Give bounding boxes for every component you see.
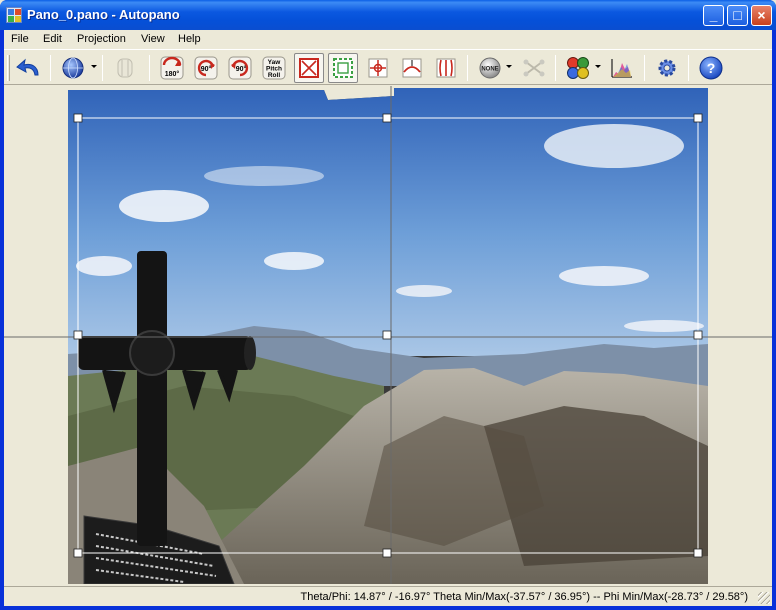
toolbar-separator <box>50 55 51 81</box>
cloud <box>559 266 649 286</box>
autopano-app-icon[interactable] <box>6 7 22 23</box>
toolbar-separator <box>644 55 645 81</box>
main-toolbar: 180° 90° 90° Yaw Pitch Roll NONE ? <box>4 51 772 85</box>
cloud <box>396 285 452 297</box>
blend-dropdown-arrow[interactable] <box>506 65 512 68</box>
crop-handle-bottom-right[interactable] <box>693 548 703 558</box>
panorama-viewport[interactable] <box>4 86 772 584</box>
color-balls-icon <box>567 57 589 79</box>
undo-arrow-icon <box>16 58 39 76</box>
blend-mode-button[interactable]: NONE <box>475 53 505 83</box>
color-button[interactable] <box>563 53 593 83</box>
cloud <box>119 190 209 222</box>
iron-cross-end <box>244 336 256 370</box>
toolbar-grip[interactable] <box>7 55 10 81</box>
straighten-button[interactable] <box>397 53 427 83</box>
crop-handle-top-right[interactable] <box>693 113 703 123</box>
window-title: Pano_0.pano - Autopano <box>27 7 180 22</box>
toolbar-separator <box>102 55 103 81</box>
title-bar[interactable]: Pano_0.pano - Autopano _ □ × <box>0 0 776 30</box>
panorama-canvas[interactable] <box>4 86 772 584</box>
cloud <box>204 166 324 186</box>
blend-none-label: NONE <box>481 67 498 73</box>
rotate-ccw-90-button[interactable]: 90° <box>191 53 221 83</box>
vertical-lines-icon <box>436 58 456 78</box>
control-points-button[interactable] <box>519 53 549 83</box>
rotate-180-icon: 180° <box>160 56 184 80</box>
app-window: Pano_0.pano - Autopano _ □ × File Edit P… <box>0 0 776 610</box>
cloud <box>624 320 704 332</box>
cloud <box>544 124 684 168</box>
panorama-cylinder-icon <box>117 58 133 78</box>
menu-bar: File Edit Projection View Help <box>4 30 772 50</box>
toolbar-separator <box>467 55 468 81</box>
cloud <box>76 256 132 276</box>
maximize-button[interactable]: □ <box>727 5 748 26</box>
menu-view[interactable]: View <box>141 33 165 45</box>
status-bar: Theta/Phi: 14.87° / -16.97° Theta Min/Ma… <box>4 586 772 606</box>
yaw-pitch-roll-icon: Yaw Pitch Roll <box>262 56 286 80</box>
vertical-lines-button[interactable] <box>431 53 461 83</box>
menu-projection[interactable]: Projection <box>77 33 126 45</box>
color-dropdown-arrow[interactable] <box>595 65 601 68</box>
center-target-icon <box>368 58 388 78</box>
yaw-pitch-roll-button[interactable]: Yaw Pitch Roll <box>259 53 289 83</box>
crop-handle-top-middle[interactable] <box>382 113 392 123</box>
projection-dropdown-arrow[interactable] <box>91 65 97 68</box>
center-button[interactable] <box>363 53 393 83</box>
rotate-cw-90-label: 90° <box>236 65 247 73</box>
iron-cross-post <box>137 251 167 546</box>
panorama-cylinder-button[interactable] <box>110 53 140 83</box>
settings-button[interactable] <box>652 53 682 83</box>
crop-handle-bottom-middle[interactable] <box>382 548 392 558</box>
crop-handle-middle-left[interactable] <box>73 330 83 340</box>
menu-file[interactable]: File <box>11 33 29 45</box>
toolbar-separator <box>555 55 556 81</box>
close-button[interactable]: × <box>751 5 772 26</box>
undo-button[interactable] <box>14 53 44 83</box>
rotate-180-button[interactable]: 180° <box>157 53 187 83</box>
client-area: File Edit Projection View Help 180° 90° … <box>4 30 772 606</box>
crop-handle-top-left[interactable] <box>73 113 83 123</box>
control-points-icon <box>523 59 545 77</box>
crop-handle-bottom-left[interactable] <box>73 548 83 558</box>
help-icon: ? <box>699 56 723 80</box>
toolbar-separator <box>688 55 689 81</box>
resize-grip[interactable] <box>758 592 770 604</box>
straighten-horizon-icon <box>402 58 422 78</box>
theta-phi-readout: Theta/Phi: 14.87° / -16.97° Theta Min/Ma… <box>300 591 748 603</box>
crop-auto-icon <box>333 58 353 78</box>
roll-label: Roll <box>268 72 280 79</box>
crop-handle-middle-right[interactable] <box>693 330 703 340</box>
crop-auto-button[interactable] <box>328 53 358 83</box>
iron-cross-center <box>129 330 175 376</box>
crop-handle-center[interactable] <box>382 330 392 340</box>
rotate-cw-90-icon: 90° <box>228 56 252 80</box>
rotate-cw-90-button[interactable]: 90° <box>225 53 255 83</box>
rotate-ccw-90-icon: 90° <box>194 56 218 80</box>
histogram-button[interactable] <box>607 53 637 83</box>
rotate-180-label: 180° <box>165 70 180 78</box>
histogram-icon <box>611 59 632 78</box>
blend-none-icon: NONE <box>479 57 501 79</box>
minimize-button[interactable]: _ <box>703 5 724 26</box>
menu-help[interactable]: Help <box>178 33 201 45</box>
help-button[interactable]: ? <box>696 53 726 83</box>
crop-fit-icon <box>299 58 319 78</box>
toolbar-separator <box>149 55 150 81</box>
menu-edit[interactable]: Edit <box>43 33 62 45</box>
projection-button[interactable] <box>58 53 88 83</box>
fit-crop-button[interactable] <box>294 53 324 83</box>
cloud <box>264 252 324 270</box>
gear-icon <box>658 59 676 77</box>
rotate-ccw-90-label: 90° <box>201 65 212 73</box>
globe-icon <box>62 57 84 79</box>
help-label: ? <box>707 60 716 76</box>
